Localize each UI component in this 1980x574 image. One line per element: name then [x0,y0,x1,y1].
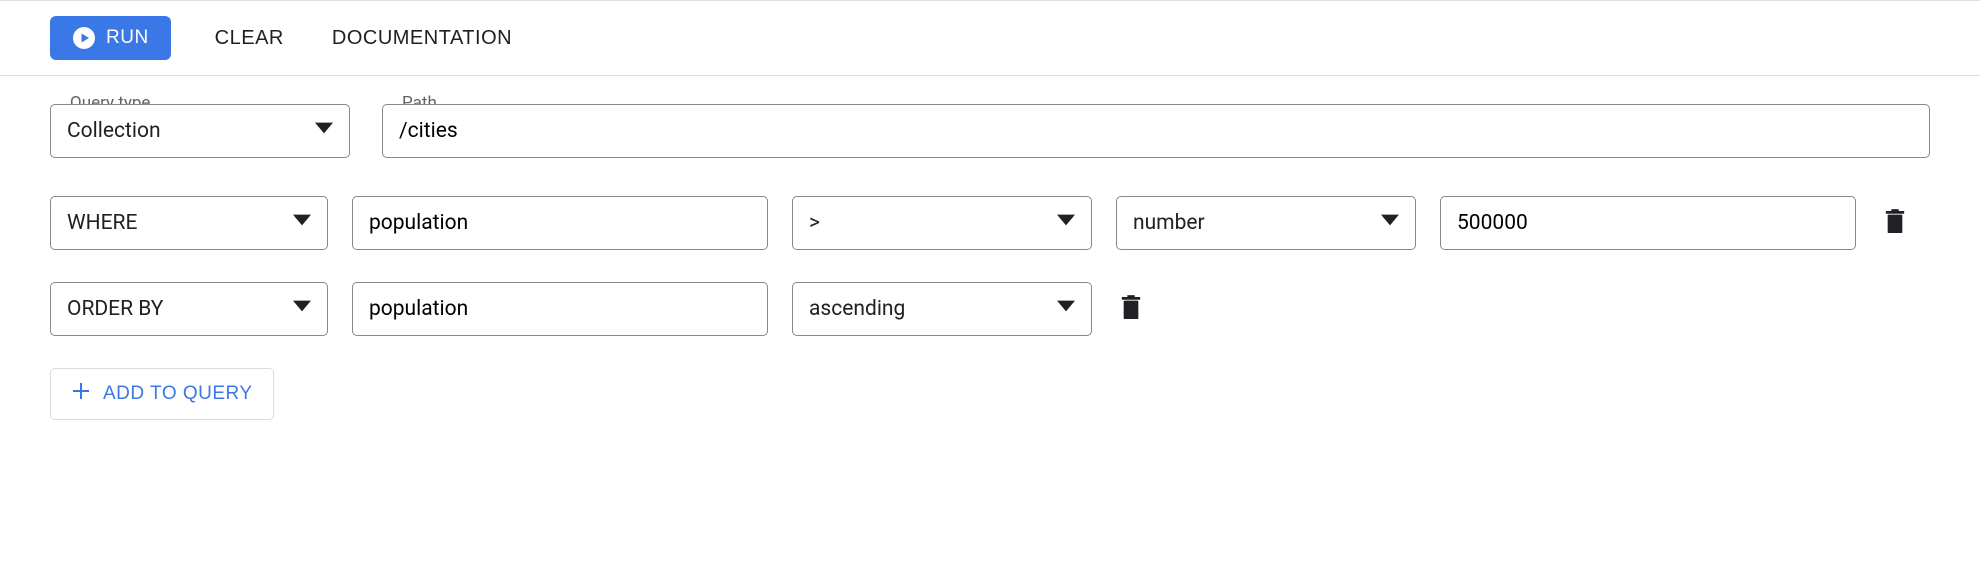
delete-orderby-button[interactable] [1116,291,1146,328]
where-valuetype-select[interactable]: number [1116,196,1416,250]
chevron-down-icon [315,119,333,143]
clause-select-orderby[interactable]: ORDER BY [50,282,328,336]
chevron-down-icon [293,211,311,235]
play-circle-icon [72,26,96,50]
clause-value: ORDER BY [67,297,163,321]
trash-icon [1120,295,1142,324]
chevron-down-icon [1057,211,1075,235]
query-type-select[interactable]: Collection [50,104,350,158]
where-operator-select[interactable]: > [792,196,1092,250]
path-input[interactable] [399,119,1913,143]
add-to-query-label: ADD TO QUERY [103,383,253,405]
orderby-direction-select[interactable]: ascending [792,282,1092,336]
where-field-input[interactable] [369,211,751,235]
orderby-field-input[interactable] [369,297,751,321]
chevron-down-icon [1381,211,1399,235]
query-type-value: Collection [67,119,161,143]
toolbar: RUN CLEAR DOCUMENTATION [0,0,1980,76]
run-button[interactable]: RUN [50,16,171,60]
where-operator-value: > [809,211,820,235]
chevron-down-icon [293,297,311,321]
where-value-input-wrap [1440,196,1856,250]
chevron-down-icon [1057,297,1075,321]
where-value-input[interactable] [1457,211,1839,235]
where-field-input-wrap [352,196,768,250]
clause-select-where[interactable]: WHERE [50,196,328,250]
trash-icon [1884,209,1906,238]
run-button-label: RUN [106,27,149,49]
plus-icon [71,381,91,407]
documentation-button[interactable]: DOCUMENTATION [328,19,516,58]
orderby-direction-value: ascending [809,297,905,321]
where-valuetype-value: number [1133,211,1205,235]
clause-value: WHERE [67,211,137,235]
query-builder: Query type Collection Path WHERE [0,76,1980,448]
clear-button[interactable]: CLEAR [211,19,288,58]
delete-where-button[interactable] [1880,205,1910,242]
path-input-wrap [382,104,1930,158]
orderby-field-input-wrap [352,282,768,336]
add-to-query-button[interactable]: ADD TO QUERY [50,368,274,420]
